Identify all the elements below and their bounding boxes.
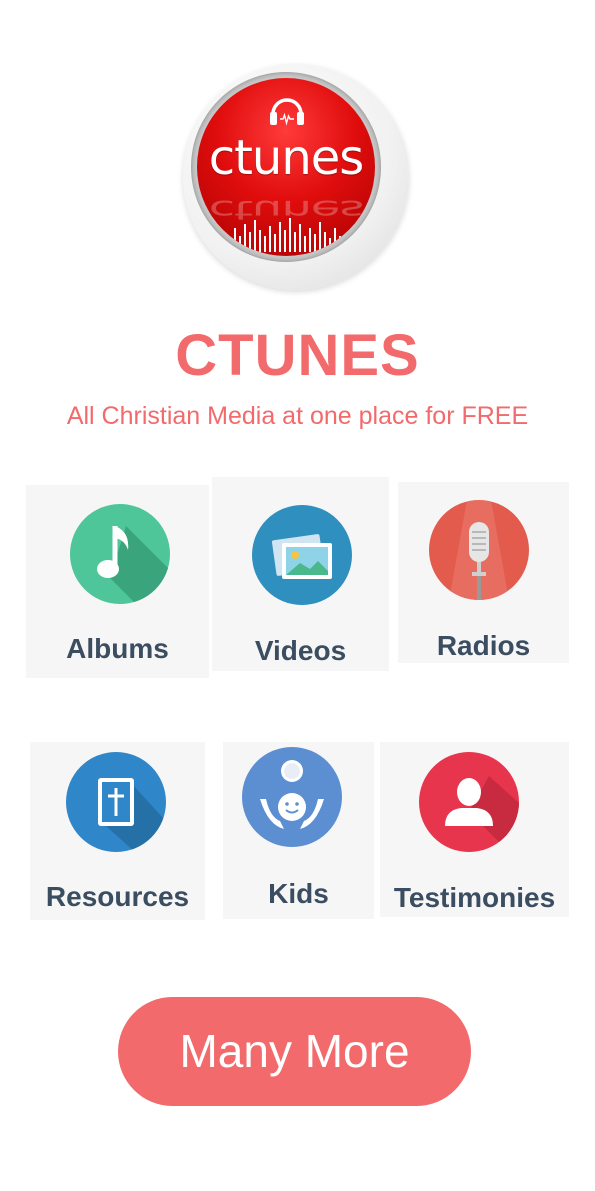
microphone-icon	[429, 500, 529, 600]
logo-text: ctunes	[208, 130, 365, 186]
tile-label: Resources	[45, 881, 190, 912]
bible-icon	[66, 752, 166, 852]
headphones-icon	[270, 98, 304, 126]
tile-videos[interactable]: Videos	[212, 477, 389, 671]
logo-ring: ctunes ctunes	[191, 72, 381, 262]
tile-resources[interactable]: Resources	[30, 742, 205, 920]
many-more-button[interactable]: Many More	[118, 997, 471, 1106]
tile-label: Videos	[254, 635, 347, 666]
tile-label: Radios	[436, 630, 531, 661]
music-note-icon	[70, 504, 170, 604]
logo-badge: ctunes ctunes	[197, 78, 375, 256]
equalizer-icon	[219, 218, 351, 252]
brand-title: CTUNES	[175, 323, 420, 388]
image-gallery-icon	[252, 505, 352, 605]
app-logo: ctunes ctunes	[173, 54, 413, 294]
tile-albums[interactable]: Albums	[26, 485, 209, 678]
person-icon	[419, 752, 519, 852]
brand-subtitle: All Christian Media at one place for FRE…	[66, 402, 529, 430]
tile-label: Kids	[268, 878, 329, 909]
tile-label: Albums	[66, 633, 169, 664]
tile-kids[interactable]: Kids	[223, 742, 374, 919]
tile-label: Testimonies	[393, 882, 556, 913]
tile-testimonies[interactable]: Testimonies	[380, 742, 569, 917]
tile-radios[interactable]: Radios	[398, 482, 569, 663]
child-icon	[242, 747, 342, 847]
